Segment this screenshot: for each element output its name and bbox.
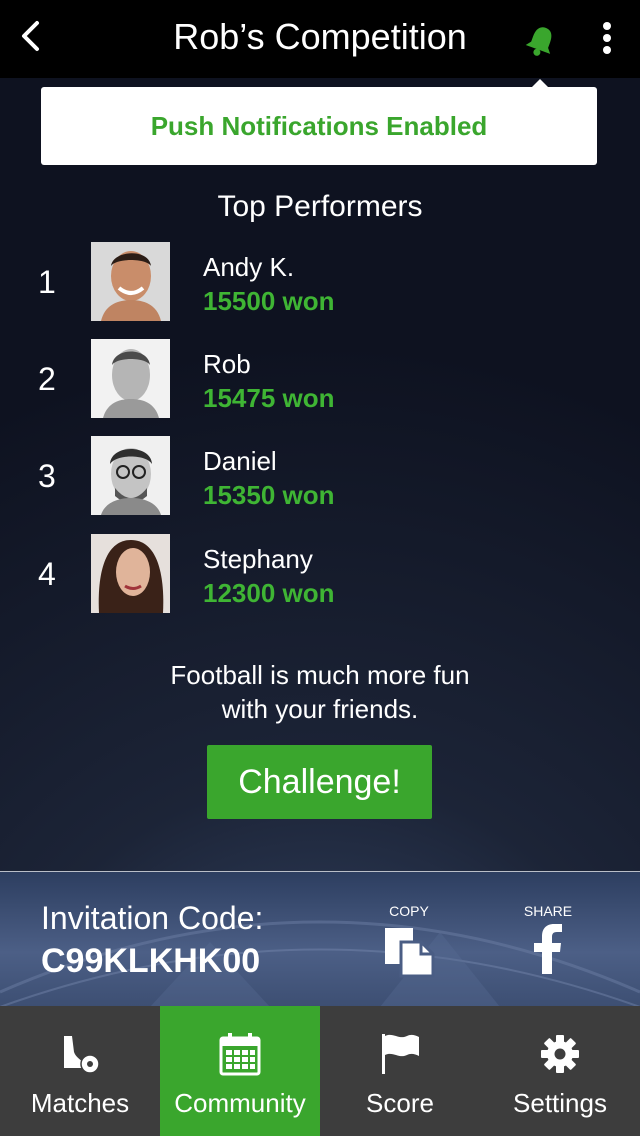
performer-name: Stephany (203, 544, 313, 574)
avatar (91, 436, 170, 515)
tab-community-label: Community (174, 1088, 306, 1118)
performer-row[interactable]: 1 Andy K. 15500 won (0, 242, 640, 322)
performer-score: 15350 won (203, 480, 335, 510)
tab-settings-label: Settings (513, 1088, 607, 1118)
performer-row[interactable]: 2 Rob 15475 won (0, 339, 640, 419)
performer-name: Rob (203, 349, 251, 379)
more-options-button[interactable] (592, 18, 622, 58)
performer-score: 12300 won (203, 578, 335, 608)
gear-icon (541, 1035, 579, 1073)
tab-score-label: Score (366, 1088, 434, 1118)
copy-label: COPY (389, 903, 429, 919)
avatar (91, 534, 170, 613)
flag-icon (382, 1034, 419, 1074)
notifications-button[interactable] (520, 20, 562, 62)
invite-friends-text: Football is much more fun with your frie… (0, 658, 640, 726)
push-notification-toast: Push Notifications Enabled (41, 87, 597, 165)
toast-message: Push Notifications Enabled (150, 110, 488, 141)
avatar (91, 339, 170, 418)
invite-friends-line-2: with your friends. (221, 694, 419, 724)
more-vertical-icon (603, 22, 611, 30)
performer-rank: 3 (38, 458, 56, 494)
performer-name: Daniel (203, 446, 277, 476)
invitation-label: Invitation Code: (41, 900, 264, 936)
avatar (91, 242, 170, 321)
invitation-panel: Invitation Code: C99KLKHK00 COPY SHARE (0, 871, 640, 1006)
tab-matches-label: Matches (30, 1088, 130, 1118)
back-button[interactable] (10, 14, 50, 58)
performer-score: 15500 won (203, 286, 335, 316)
top-bar: Rob’s Competition (0, 0, 640, 78)
share-label: SHARE (523, 903, 573, 919)
tab-score[interactable]: Score (320, 1006, 480, 1136)
copy-icon (385, 928, 435, 978)
top-performers-title: Top Performers (217, 190, 423, 223)
tab-matches[interactable]: Matches (0, 1006, 160, 1136)
performer-name: Andy K. (203, 252, 295, 282)
performer-row[interactable]: 4 Stephany 12300 won (0, 534, 640, 614)
bottom-tab-bar: Matches Community Score Settings (0, 1006, 640, 1136)
chevron-left-icon (22, 21, 39, 51)
performer-rank: 4 (38, 556, 56, 592)
share-facebook-button[interactable] (523, 924, 573, 980)
tab-settings[interactable]: Settings (480, 1006, 640, 1136)
cleat-ball-icon (64, 1036, 100, 1074)
copy-button[interactable] (381, 924, 437, 980)
invitation-code: C99KLKHK00 (41, 942, 261, 980)
bell-icon (525, 27, 552, 56)
challenge-button[interactable]: Challenge! (207, 745, 432, 819)
invite-friends-line-1: Football is much more fun (170, 660, 470, 690)
performer-rank: 1 (38, 264, 56, 300)
performer-rank: 2 (38, 361, 56, 397)
facebook-icon (534, 924, 562, 974)
tab-community[interactable]: Community (160, 1006, 320, 1136)
calendar-icon (219, 1033, 261, 1076)
performer-score: 15475 won (203, 383, 335, 413)
performer-row[interactable]: 3 Daniel 15350 won (0, 436, 640, 516)
